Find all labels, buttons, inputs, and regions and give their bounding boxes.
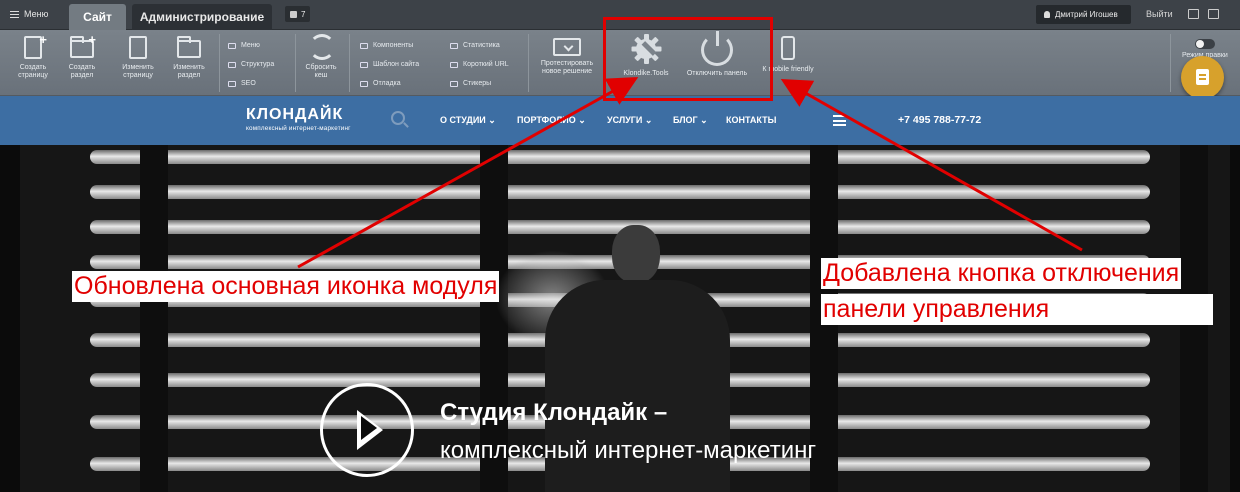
screenshot-root: Меню Сайт Администрирование 7 Дмитрий Иг… (0, 0, 1240, 492)
arrow-to-disable-button (780, 79, 1083, 252)
caption-disable-button-line1: Добавлена кнопка отключения (821, 258, 1182, 289)
arrow-to-module-icon (297, 77, 639, 269)
caption-disable-button-line2: панели управления (821, 294, 1213, 325)
annotation-arrows (297, 77, 1083, 269)
caption-module-icon: Обновлена основная иконка модуля (72, 271, 500, 302)
